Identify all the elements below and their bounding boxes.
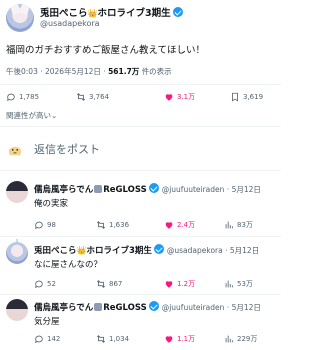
like-button[interactable]: 1.1万 xyxy=(164,334,195,344)
divider xyxy=(0,294,281,295)
views-icon xyxy=(225,280,233,288)
reply-author[interactable]: 兎田ぺこら👑ホロライブ3期生 @usadapekora · 5月12日 xyxy=(34,244,259,256)
reply-avatar[interactable] xyxy=(6,242,28,264)
heart-filled-icon xyxy=(165,222,173,229)
divider xyxy=(0,170,281,171)
heart-filled-icon xyxy=(165,336,173,343)
crown-icon: 👑 xyxy=(76,246,87,255)
reply-icon xyxy=(35,335,43,344)
repost-icon xyxy=(96,280,106,288)
views-button[interactable]: 53万 xyxy=(224,279,253,289)
divider xyxy=(0,84,281,85)
repost-icon xyxy=(96,221,106,229)
badge-icon xyxy=(94,303,103,311)
bookmark-icon xyxy=(232,92,238,102)
repost-button[interactable]: 1,636 xyxy=(96,220,129,230)
reply-icon xyxy=(35,221,43,230)
post-time[interactable]: 午後0:03 · 2026年5月12日 · xyxy=(6,67,106,76)
author-handle[interactable]: @usadapekora xyxy=(40,19,100,28)
reply-button[interactable]: 1,785 xyxy=(6,92,39,102)
repost-button[interactable]: 3,764 xyxy=(76,92,109,102)
reply-avatar[interactable] xyxy=(6,181,28,203)
bookmark-button[interactable]: 3,619 xyxy=(230,92,263,102)
author-name[interactable]: 兎田ぺこら👑ホロライブ3期生 xyxy=(40,5,183,19)
reply-icon xyxy=(7,93,15,102)
views-icon xyxy=(225,221,233,229)
like-button[interactable]: 2.4万 xyxy=(164,220,195,230)
reply-author[interactable]: 儒烏風亭らでん ReGLOSS @juufuuteiraden · 5月12日 xyxy=(34,301,261,313)
views-count: 561.7万 xyxy=(108,67,140,76)
views-icon xyxy=(225,335,233,343)
reply-button[interactable]: 52 xyxy=(34,279,56,289)
crown-icon: 👑 xyxy=(87,9,98,18)
heart-filled-icon xyxy=(165,94,173,101)
author-avatar[interactable] xyxy=(6,4,34,32)
views-button[interactable]: 83万 xyxy=(224,220,253,230)
post-meta: 午後0:03 · 2026年5月12日 · 561.7万 件の表示 xyxy=(6,66,172,77)
like-button[interactable]: 1.2万 xyxy=(164,279,195,289)
divider xyxy=(0,236,281,237)
sort-dropdown[interactable]: 関連性が高い⌄ xyxy=(6,110,57,121)
verified-icon xyxy=(148,183,159,193)
reply-button[interactable]: 98 xyxy=(34,220,56,230)
repost-icon xyxy=(96,335,106,343)
like-button[interactable]: 3.1万 xyxy=(164,92,195,102)
verified-icon xyxy=(153,244,164,254)
reply-input[interactable]: 返信をポスト xyxy=(34,141,100,157)
repost-icon xyxy=(76,93,86,101)
views-button[interactable]: 229万 xyxy=(224,334,257,344)
divider xyxy=(0,126,281,127)
verified-icon xyxy=(172,7,183,17)
reply-avatar[interactable] xyxy=(6,299,28,321)
reply-text: なに屋さんなの？ xyxy=(34,260,103,270)
reply-author[interactable]: 儒烏風亭らでん ReGLOSS @juufuuteiraden · 5月12日 xyxy=(34,183,261,195)
reply-button[interactable]: 142 xyxy=(34,334,60,344)
views-label: 件の表示 xyxy=(141,67,172,76)
heart-filled-icon xyxy=(165,281,173,288)
post-text: 福岡のガチおすすめご飯屋さん教えてほしい！ xyxy=(6,45,206,56)
verified-icon xyxy=(148,301,159,311)
repost-button[interactable]: 867 xyxy=(96,279,122,289)
badge-icon xyxy=(94,185,103,193)
reply-text: 気分屋 xyxy=(34,317,60,327)
user-avatar xyxy=(8,146,22,156)
repost-button[interactable]: 1,034 xyxy=(96,334,129,344)
reply-text: 俺の実家 xyxy=(34,199,69,209)
reply-icon xyxy=(35,280,43,289)
